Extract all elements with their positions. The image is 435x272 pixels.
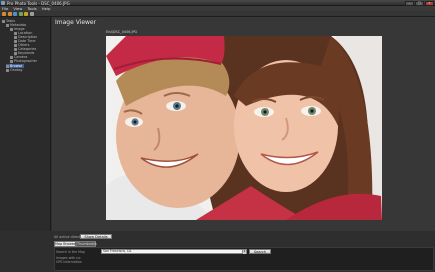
- folder-icon: [6, 68, 9, 72]
- image-filename: Elsi\DSC_0406.JPG: [106, 30, 138, 34]
- location-search-value: San Francisco, CA: [103, 249, 132, 253]
- back-icon[interactable]: [2, 12, 6, 16]
- app-icon: [1, 1, 5, 5]
- search-label: Search in the Map: [56, 249, 85, 254]
- image-viewer-panel: Image Viewer Elsi\DSC_0406.JPG: [52, 17, 435, 231]
- refresh-icon[interactable]: [13, 12, 17, 16]
- location-search-input[interactable]: San Francisco, CA ▾: [101, 249, 247, 254]
- folder-icon: [10, 27, 13, 31]
- window-title: Pro Photo Tools - DSC_0406.JPG: [7, 0, 70, 6]
- tree-item-photographer[interactable]: Photographer: [10, 59, 37, 63]
- close-button[interactable]: ×: [425, 0, 434, 6]
- tree-item-label: Geotag: [10, 68, 23, 72]
- geotag-icon[interactable]: [18, 12, 23, 16]
- tree-item-geotag[interactable]: Geotag: [6, 68, 22, 72]
- task-tree: Tasks Metadata Image Location Description Dat…: [0, 17, 51, 231]
- forward-icon[interactable]: [7, 12, 12, 16]
- folder-icon: [10, 59, 13, 63]
- folder-icon: [6, 23, 9, 27]
- settings-icon[interactable]: [29, 12, 34, 16]
- panel-title: Image Viewer: [55, 19, 97, 26]
- show-details-button[interactable]: Show Details: [80, 234, 112, 239]
- minimize-button[interactable]: –: [405, 0, 414, 6]
- maximize-button[interactable]: □: [415, 0, 424, 6]
- window-controls: – □ ×: [405, 0, 434, 6]
- folder-icon: [2, 19, 5, 23]
- tree-item-label: Photographer: [14, 59, 38, 63]
- search-button[interactable]: Search: [249, 249, 271, 254]
- bottom-panel: All active directory Show Details Map Br…: [52, 231, 435, 272]
- chevron-down-icon[interactable]: ▾: [242, 249, 246, 254]
- map-browser-panel: Search in the Map San Francisco, CA ▾ Se…: [54, 247, 434, 271]
- map-icon[interactable]: [24, 12, 28, 16]
- images-label-line2: GPS information: [56, 260, 82, 264]
- photo-preview[interactable]: [106, 36, 382, 220]
- photo-illustration: [106, 36, 382, 220]
